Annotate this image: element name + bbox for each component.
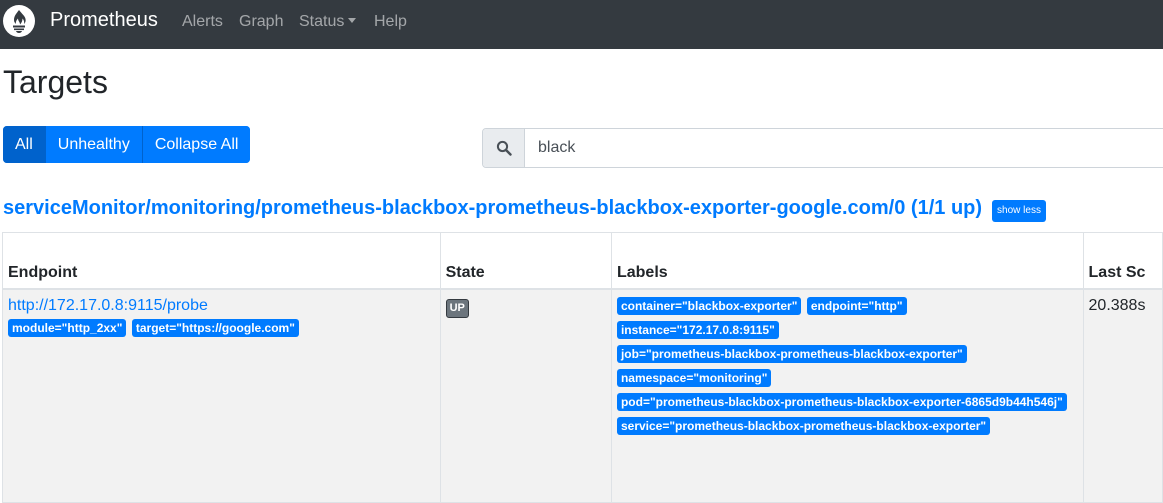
- label-badge: instance="172.17.0.8:9115": [616, 320, 779, 339]
- endpoint-param-badge: module="http_2xx": [8, 318, 127, 337]
- collapse-all-button[interactable]: Collapse All: [142, 126, 251, 163]
- last-scrape-value: 20.388s: [1088, 296, 1146, 314]
- chevron-down-icon: [348, 18, 357, 23]
- labels-cell: container="blackbox-exporter" endpoint="…: [610, 288, 1084, 503]
- search-box: [482, 128, 1163, 168]
- table-row: http://172.17.0.8:9115/probe module="htt…: [2, 288, 1163, 503]
- filter-button-group: All Unhealthy Collapse All: [3, 126, 251, 163]
- label-badge: service="prometheus-blackbox-prometheus-…: [616, 416, 991, 435]
- state-badge: UP: [445, 298, 469, 318]
- nav-status-label: Status: [299, 13, 345, 30]
- last-scrape-column-header: Last Sc: [1082, 232, 1163, 290]
- endpoint-column-header: Endpoint: [2, 232, 441, 290]
- label-line: instance="172.17.0.8:9115": [616, 320, 1078, 345]
- label-badge: pod="prometheus-blackbox-prometheus-blac…: [616, 392, 1067, 411]
- prometheus-flame-icon[interactable]: [3, 5, 35, 37]
- page-title: Targets: [3, 64, 108, 100]
- label-badge: container="blackbox-exporter": [616, 296, 802, 315]
- search-icon: [496, 140, 512, 156]
- search-icon-addon: [483, 129, 525, 167]
- state-cell: UP: [439, 288, 612, 503]
- label-line: service="prometheus-blackbox-prometheus-…: [616, 416, 1078, 441]
- label-line: job="prometheus-blackbox-prometheus-blac…: [616, 344, 1078, 369]
- target-group-heading-link[interactable]: serviceMonitor/monitoring/prometheus-bla…: [3, 197, 982, 220]
- state-column-header: State: [439, 232, 612, 290]
- endpoint-link[interactable]: http://172.17.0.8:9115/probe: [8, 297, 435, 315]
- unhealthy-filter-button[interactable]: Unhealthy: [45, 126, 143, 163]
- label-badge: endpoint="http": [806, 296, 907, 315]
- all-filter-button[interactable]: All: [3, 126, 46, 163]
- endpoint-cell: http://172.17.0.8:9115/probe module="htt…: [2, 288, 441, 503]
- targets-table: Endpoint State Labels Last Sc http://172…: [2, 232, 1163, 503]
- label-badge: job="prometheus-blackbox-prometheus-blac…: [616, 344, 967, 363]
- last-scrape-cell: 20.388s: [1082, 288, 1163, 503]
- show-less-button[interactable]: show less: [992, 200, 1046, 222]
- search-input[interactable]: [525, 129, 1163, 167]
- label-line: namespace="monitoring": [616, 368, 1078, 393]
- nav-help-link[interactable]: Help: [374, 13, 407, 31]
- label-line: pod="prometheus-blackbox-prometheus-blac…: [616, 392, 1078, 417]
- table-header-row: Endpoint State Labels Last Sc: [2, 232, 1163, 290]
- navbar: Prometheus Alerts Graph Status Help: [0, 0, 1163, 49]
- label-badge: namespace="monitoring": [616, 368, 772, 387]
- label-line: container="blackbox-exporter" endpoint="…: [616, 296, 1078, 321]
- endpoint-param-badge: target="https://google.com": [131, 318, 299, 337]
- nav-status-dropdown[interactable]: Status: [299, 13, 357, 31]
- labels-column-header: Labels: [610, 232, 1084, 290]
- nav-graph-link[interactable]: Graph: [239, 13, 283, 31]
- brand-title[interactable]: Prometheus: [50, 9, 158, 32]
- nav-alerts-link[interactable]: Alerts: [182, 13, 223, 31]
